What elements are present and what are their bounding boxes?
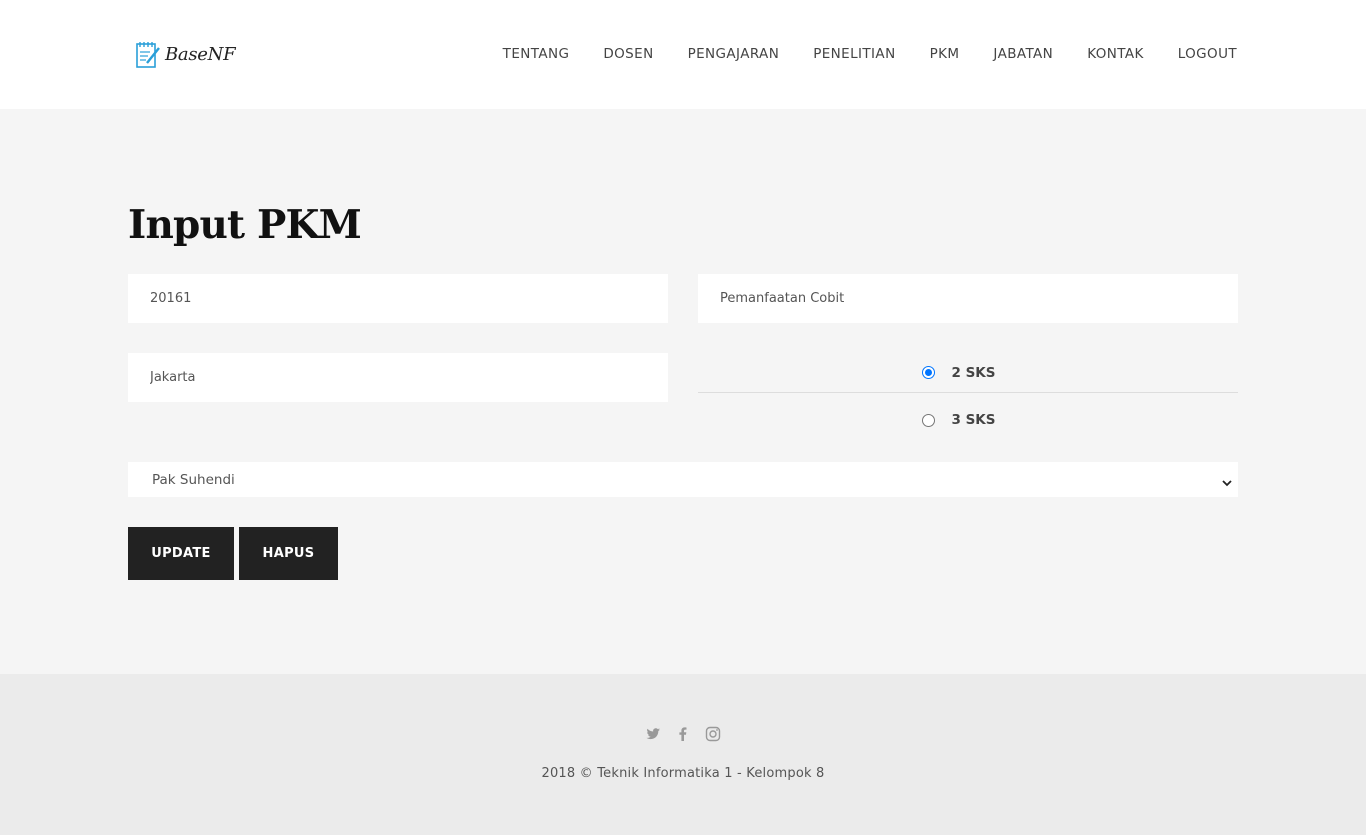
chevron-down-icon — [1222, 475, 1232, 491]
update-button[interactable]: UPDATE — [128, 527, 234, 580]
sks-radio-3[interactable] — [922, 413, 936, 427]
nav-item-jabatan[interactable]: JABATAN — [993, 45, 1053, 63]
sks-option-3[interactable]: 3 SKS — [698, 405, 1238, 435]
sks-radio-2[interactable] — [922, 366, 936, 379]
twitter-icon[interactable] — [645, 726, 661, 742]
judul-input[interactable] — [698, 274, 1238, 323]
facebook-icon[interactable] — [675, 726, 691, 742]
nav-item-pengajaran[interactable]: PENGAJARAN — [688, 45, 780, 63]
kode-input[interactable] — [128, 274, 668, 323]
nav-item-pkm[interactable]: PKM — [930, 45, 960, 63]
main-content: Input PKM 2 SKS 3 SKS Pak Suhendi UPDATE… — [0, 109, 1366, 674]
sks-option-2[interactable]: 2 SKS — [698, 353, 1238, 393]
nav-item-kontak[interactable]: KONTAK — [1087, 45, 1144, 63]
site-header: BaseNF TENTANG DOSEN PENGAJARAN PENELITI… — [0, 0, 1366, 109]
brand-name: BaseNF — [165, 43, 236, 65]
nav-item-penelitian[interactable]: PENELITIAN — [813, 45, 895, 63]
tempat-input[interactable] — [128, 353, 668, 402]
sks-label-3: 3 SKS — [951, 412, 996, 428]
hapus-button[interactable]: HAPUS — [239, 527, 338, 580]
nav-item-logout[interactable]: LOGOUT — [1178, 45, 1237, 63]
dosen-select-value: Pak Suhendi — [152, 471, 235, 488]
nav-item-tentang[interactable]: TENTANG — [503, 45, 570, 63]
nav-item-dosen[interactable]: DOSEN — [603, 45, 653, 63]
notepad-pencil-icon — [135, 39, 161, 69]
main-nav: TENTANG DOSEN PENGAJARAN PENELITIAN PKM … — [469, 45, 1237, 63]
site-footer: 2018 © Teknik Informatika 1 - Kelompok 8 — [0, 674, 1366, 835]
copyright-text: 2018 © Teknik Informatika 1 - Kelompok 8 — [541, 766, 825, 781]
instagram-icon[interactable] — [705, 726, 721, 742]
sks-label-2: 2 SKS — [951, 364, 996, 381]
brand-logo[interactable]: BaseNF — [135, 38, 236, 70]
page-title: Input PKM — [128, 202, 362, 248]
dosen-select[interactable]: Pak Suhendi — [128, 462, 1238, 497]
social-links — [0, 726, 1366, 742]
